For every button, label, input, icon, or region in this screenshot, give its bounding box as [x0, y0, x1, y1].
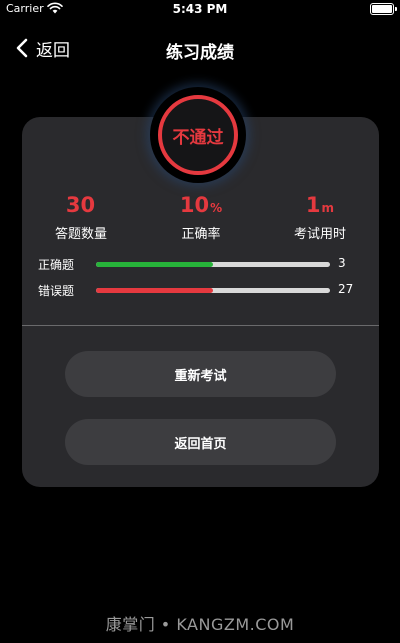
stat-label: 正确率: [181, 227, 221, 242]
stat-label: 答题数量: [54, 227, 107, 242]
stat-value: 30: [65, 193, 96, 217]
stat-value: 10%: [179, 193, 223, 217]
stat-label: 考试用时: [293, 227, 346, 242]
stat-question-count: 30 答题数量: [26, 192, 136, 242]
screen: Carrier 5:43 PM 返回 练习成绩 30 答题数量 10% 正确率 …: [0, 0, 400, 643]
progress-row-correct: 正确题 3: [22, 255, 379, 273]
status-bar: Carrier 5:43 PM: [0, 0, 400, 20]
battery-icon: [370, 3, 397, 15]
progress-fill-wrong: [96, 288, 213, 293]
back-home-button[interactable]: 返回首页: [65, 419, 336, 465]
progress-track-correct: [96, 262, 330, 267]
page-title: 练习成绩: [166, 43, 234, 63]
watermark: 康掌门 • KANGZM.COM: [105, 615, 295, 634]
retry-exam-button[interactable]: 重新考试: [65, 351, 336, 397]
progress-count-wrong: 27: [338, 282, 354, 296]
stat-value: 1m: [305, 193, 335, 217]
stat-accuracy: 10% 正确率: [146, 192, 256, 242]
stat-exam-time: 1m 考试用时: [265, 192, 375, 242]
progress-label-correct: 正确题: [38, 258, 75, 272]
result-badge: 不通过: [150, 87, 246, 183]
progress-track-wrong: [96, 288, 330, 293]
divider: [22, 325, 379, 326]
result-badge-text: 不通过: [172, 127, 224, 148]
nav-bar: 返回 练习成绩: [0, 30, 400, 66]
result-badge-ring: 不通过: [158, 95, 238, 175]
progress-label-wrong: 错误题: [38, 284, 75, 298]
progress-fill-correct: [96, 262, 213, 267]
progress-count-correct: 3: [338, 256, 346, 270]
progress-row-wrong: 错误题 27: [22, 281, 379, 299]
status-time: 5:43 PM: [172, 2, 228, 16]
